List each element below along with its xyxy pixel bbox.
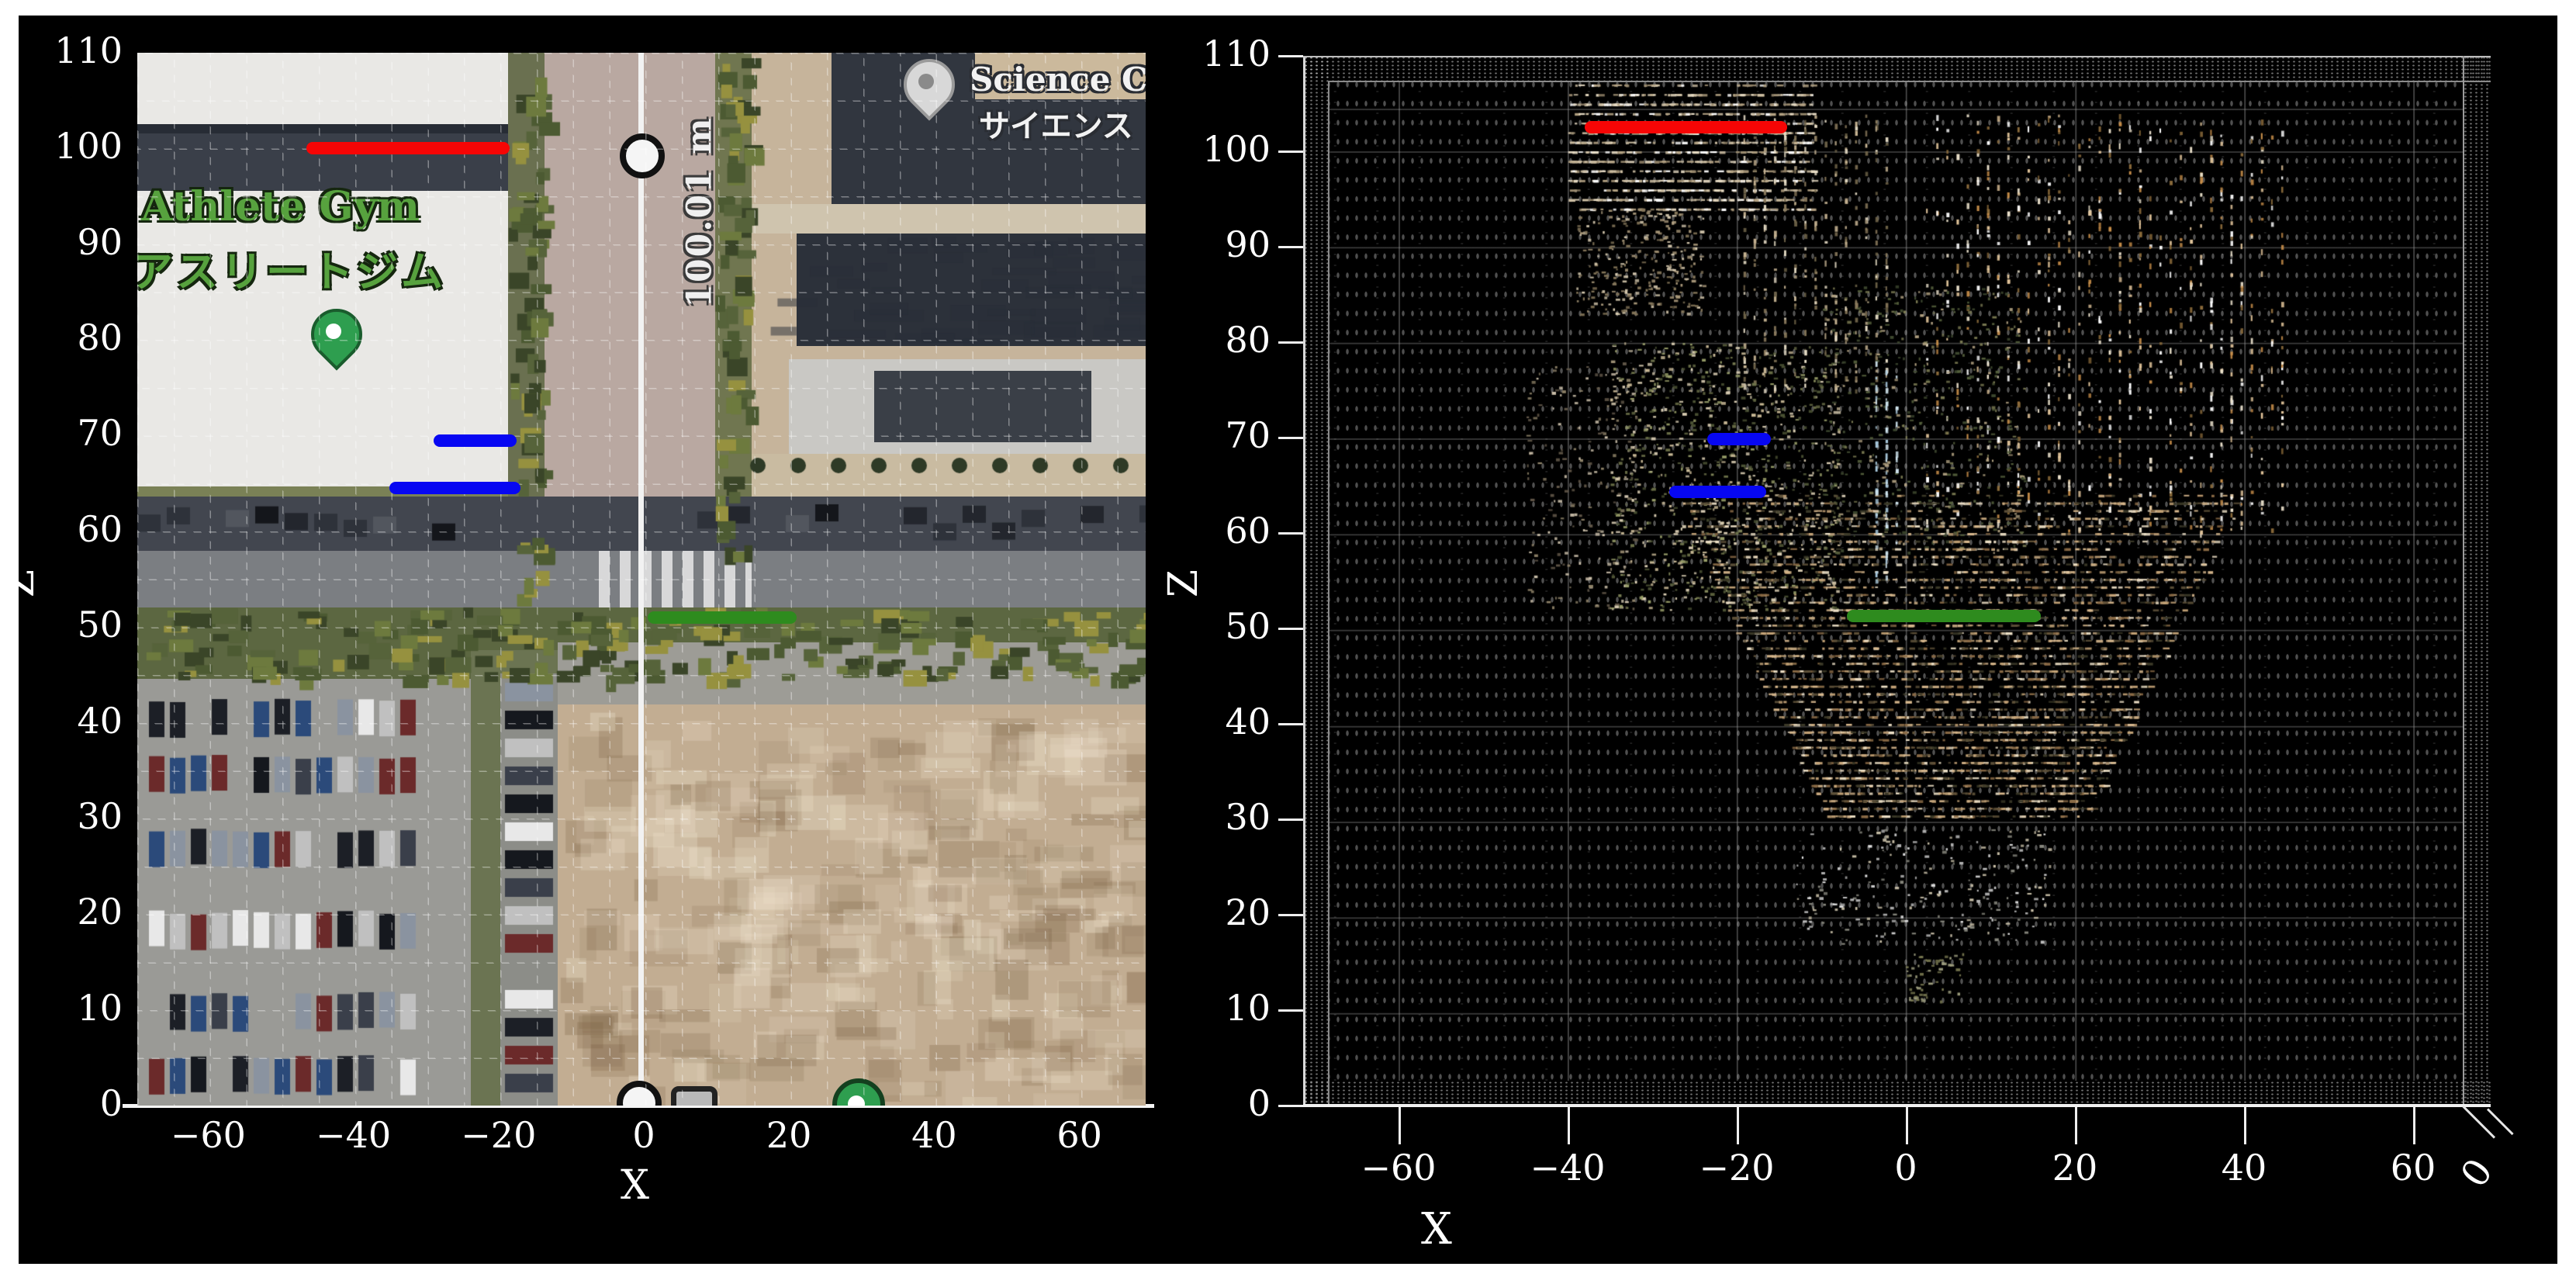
blue-segment-lower	[389, 482, 520, 494]
tick-label: 70	[1154, 417, 1271, 453]
z-tick-mark	[1278, 914, 1305, 916]
tick-label: 50	[6, 607, 123, 642]
station-square-marker[interactable]	[671, 1086, 717, 1106]
tick-label: 70	[6, 415, 123, 451]
tick-label: 60	[6, 511, 123, 547]
tick-label: −20	[1699, 1150, 1774, 1185]
tick-label: 40	[911, 1117, 957, 1153]
map-measure-line	[638, 53, 644, 1106]
z-tick-mark	[1278, 1105, 1305, 1107]
left-x-axis-label: X	[621, 1162, 649, 1209]
z-tick-mark	[1278, 628, 1305, 630]
x-tick-mark	[1906, 1106, 1908, 1144]
red-segment	[1585, 121, 1788, 133]
left-z-axis-label: Z	[0, 569, 43, 597]
tick-label: 100	[1154, 131, 1271, 167]
tick-label: 30	[1154, 799, 1271, 835]
tick-label: 80	[1154, 322, 1271, 358]
tick-label: 0	[632, 1117, 655, 1153]
z-tick-mark	[1278, 151, 1305, 153]
tick-label: 90	[1154, 227, 1271, 262]
z-tick-mark	[1278, 55, 1305, 57]
tick-label: 0	[1894, 1150, 1917, 1185]
tick-label: 30	[6, 798, 123, 834]
tick-label: 0	[1154, 1085, 1271, 1121]
cloud-segments-layer	[1303, 34, 2491, 1106]
tick-label: −60	[1361, 1150, 1436, 1185]
tick-label: 20	[766, 1117, 812, 1153]
x-tick-mark	[2413, 1106, 2415, 1144]
transit-circle-top[interactable]	[620, 133, 665, 178]
red-segment	[306, 142, 510, 154]
blue-segment-upper	[434, 434, 517, 447]
figure: Z X 0102030405060708090100110 −60−40−200…	[0, 0, 2576, 1284]
x-tick-mark	[2075, 1106, 2077, 1144]
aerial-map-plot: Athlete Gym アスリートジム Science C サイエンス 100.…	[137, 53, 1146, 1106]
distance-label: 100.01 m	[680, 112, 720, 313]
tick-label: 110	[6, 33, 123, 68]
x-tick-mark	[1568, 1106, 1570, 1144]
tick-label: 110	[1154, 36, 1271, 71]
tick-label: −20	[461, 1117, 536, 1153]
tick-label: 40	[1154, 704, 1271, 739]
x-tick-mark	[1737, 1106, 1739, 1144]
z-tick-mark	[1278, 819, 1305, 821]
z-tick-mark	[1278, 1009, 1305, 1012]
right-z-axis-label: Z	[1160, 569, 1207, 597]
tick-label: 60	[2391, 1150, 2436, 1185]
tick-label: 0	[6, 1085, 123, 1121]
tick-label: 10	[1154, 990, 1271, 1026]
tick-label: 90	[6, 224, 123, 260]
tick-label: 10	[6, 990, 123, 1026]
z-tick-mark	[1278, 341, 1305, 344]
science-label-en: Science C	[970, 61, 1146, 99]
gym-map-pin-dot	[326, 324, 341, 339]
science-map-pin-dot	[918, 74, 934, 89]
green-segment	[1847, 610, 2042, 622]
x-tick-mark	[1399, 1106, 1401, 1144]
science-label-jp: サイエンス	[979, 101, 1133, 146]
tick-label: −60	[171, 1117, 246, 1153]
x-tick-mark	[2244, 1106, 2246, 1144]
pointcloud-plot	[1303, 34, 2491, 1106]
z-tick-mark	[1278, 532, 1305, 535]
gym-label-jp: アスリートジム	[137, 237, 446, 299]
tick-label: 40	[6, 703, 123, 739]
blue-segment-upper	[1707, 433, 1771, 445]
blue-segment-lower	[1669, 486, 1766, 498]
tick-label: 20	[6, 894, 123, 929]
tick-label: −40	[1530, 1150, 1605, 1185]
tick-label: 20	[1154, 895, 1271, 930]
gym-label-en: Athlete Gym	[141, 183, 420, 230]
tick-label: −40	[316, 1117, 391, 1153]
z-tick-mark	[1278, 437, 1305, 439]
right-x-axis-label: X	[1421, 1204, 1452, 1255]
tick-label: 80	[6, 320, 123, 355]
tick-label: 60	[1154, 513, 1271, 549]
tick-label: 100	[6, 128, 123, 164]
green-segment	[648, 611, 797, 624]
z-tick-mark	[1278, 723, 1305, 725]
tick-label: 20	[2052, 1150, 2098, 1185]
tick-label: 50	[1154, 608, 1271, 644]
tick-label: 40	[2222, 1150, 2267, 1185]
z-tick-mark	[1278, 246, 1305, 248]
tick-label: 60	[1056, 1117, 1102, 1153]
